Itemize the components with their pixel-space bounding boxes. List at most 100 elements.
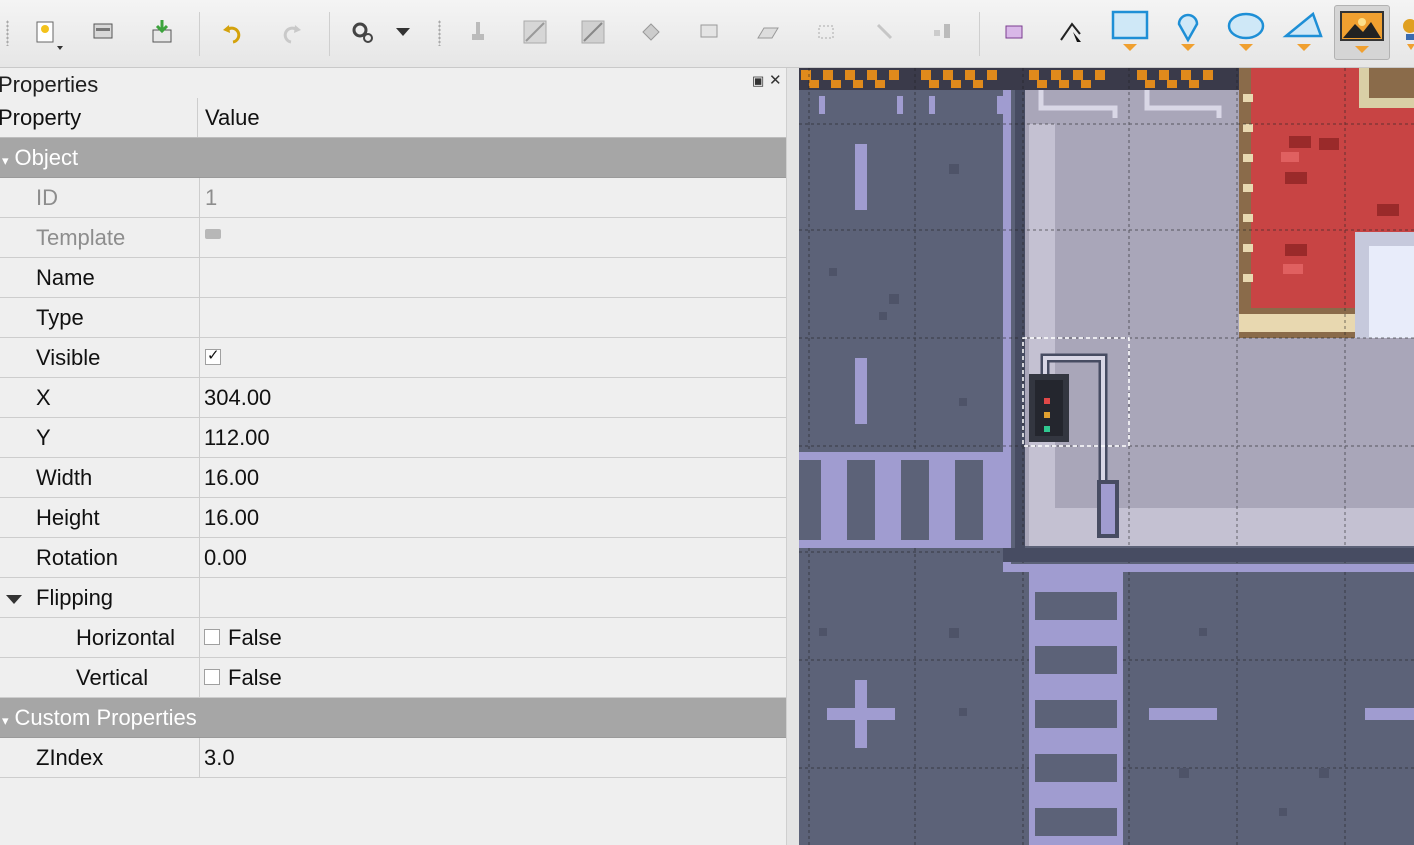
property-label: Flipping <box>36 585 114 610</box>
collapse-arrow-icon[interactable]: ▾ <box>2 153 9 168</box>
terrain-brush-button[interactable] <box>512 8 558 58</box>
rotation-value[interactable]: 0.00 <box>204 538 786 577</box>
property-label: Width <box>0 458 200 497</box>
property-label: Horizontal <box>0 618 200 657</box>
insert-tile-icon <box>1340 11 1384 53</box>
select-same-tile-button[interactable] <box>919 8 965 58</box>
vertical-checkbox[interactable] <box>204 669 220 686</box>
tile-map[interactable] <box>799 68 1414 845</box>
undo-icon <box>223 25 241 44</box>
type-value[interactable] <box>204 298 786 337</box>
property-row-x[interactable]: X 304.00 <box>0 378 786 418</box>
insert-rectangle-icon <box>1111 10 1149 51</box>
magic-wand-button[interactable] <box>861 8 907 58</box>
property-label: Template <box>0 218 200 257</box>
property-table: Property Value ▾ Object ID 1 Template Nam… <box>0 98 786 778</box>
rect-select-icon <box>818 25 834 39</box>
property-row-horizontal[interactable]: Horizontal False <box>0 618 786 658</box>
float-panel-button[interactable]: ▣ <box>752 74 764 88</box>
new-file-button[interactable] <box>24 8 70 58</box>
property-row-rotation[interactable]: Rotation 0.00 <box>0 538 786 578</box>
commands-button[interactable] <box>340 8 386 58</box>
insert-polygon-button[interactable] <box>1281 8 1327 58</box>
horizontal-checkbox[interactable] <box>204 629 220 646</box>
property-row-type[interactable]: Type <box>0 298 786 338</box>
save-file-button[interactable] <box>139 8 185 58</box>
edit-polygons-button[interactable] <box>1048 8 1094 58</box>
insert-ellipse-button[interactable] <box>1223 8 1269 58</box>
close-panel-button[interactable]: ✕ <box>769 72 782 89</box>
vertical-value-text: False <box>228 665 282 690</box>
property-row-name[interactable]: Name <box>0 258 786 298</box>
open-file-icon <box>93 23 113 39</box>
select-objects-button[interactable] <box>991 8 1037 58</box>
group-label: Object <box>14 145 79 170</box>
group-label: Custom Properties <box>14 705 197 730</box>
stamp-brush-icon <box>472 22 484 40</box>
height-value[interactable]: 16.00 <box>204 498 786 537</box>
terrain-brush-icon <box>523 20 547 44</box>
insert-polygon-icon <box>1282 11 1323 51</box>
insert-tile-button[interactable] <box>1334 5 1390 60</box>
new-file-icon <box>36 21 63 50</box>
property-row-flipping[interactable]: Flipping <box>0 578 786 618</box>
name-value[interactable] <box>204 258 786 297</box>
close-icon: ✕ <box>769 72 782 89</box>
open-file-button[interactable] <box>80 8 126 58</box>
eraser-icon <box>757 27 779 39</box>
property-row-height[interactable]: Height 16.00 <box>0 498 786 538</box>
property-row-visible[interactable]: Visible <box>0 338 786 378</box>
id-value: 1 <box>205 185 218 210</box>
commands-dropdown[interactable] <box>390 8 418 58</box>
property-label: Y <box>0 418 200 457</box>
bucket-fill-button[interactable] <box>628 8 674 58</box>
template-value <box>205 218 786 257</box>
eraser-button[interactable] <box>744 8 790 58</box>
panel-title: Properties <box>0 72 99 97</box>
property-column-header[interactable]: Property <box>0 98 198 137</box>
property-row-vertical[interactable]: Vertical False <box>0 658 786 698</box>
property-label: ID <box>0 178 200 217</box>
collapse-arrow-icon[interactable]: ▾ <box>2 713 9 728</box>
stamp-brush-button[interactable] <box>455 8 501 58</box>
template-icon <box>205 229 221 240</box>
property-label: Type <box>0 298 200 337</box>
visible-checkbox[interactable] <box>205 346 221 366</box>
property-row-id: ID 1 <box>0 178 786 218</box>
insert-point-button[interactable] <box>1165 8 1211 58</box>
magic-wand-icon <box>876 23 893 40</box>
property-label: Name <box>0 258 200 297</box>
bucket-fill-icon <box>642 23 660 41</box>
map-canvas[interactable] <box>799 68 1414 845</box>
visible-value <box>205 338 786 377</box>
wang-brush-button[interactable] <box>570 8 616 58</box>
y-value[interactable]: 112.00 <box>204 418 786 457</box>
expand-arrow-icon[interactable] <box>6 594 22 604</box>
toolbar-grip[interactable] <box>6 20 9 46</box>
property-row-y[interactable]: Y 112.00 <box>0 418 786 458</box>
insert-point-icon <box>1177 13 1199 51</box>
wang-brush-icon <box>581 20 605 44</box>
edit-polygons-icon <box>1060 22 1081 42</box>
panel-splitter[interactable] <box>786 68 800 845</box>
property-row-zindex[interactable]: ZIndex 3.0 <box>0 738 786 778</box>
undo-button[interactable] <box>210 8 256 58</box>
properties-panel: Properties ▣ ✕ Property Value ▾ Object ID… <box>0 68 786 845</box>
custom-properties-group-row[interactable]: ▾ Custom Properties <box>0 698 786 738</box>
property-row-template: Template <box>0 218 786 258</box>
redo-button[interactable] <box>268 8 314 58</box>
shape-fill-button[interactable] <box>686 8 732 58</box>
property-row-width[interactable]: Width 16.00 <box>0 458 786 498</box>
property-label: Visible <box>0 338 200 377</box>
object-group-row[interactable]: ▾ Object <box>0 138 786 178</box>
rect-select-button[interactable] <box>803 8 849 58</box>
insert-ellipse-icon <box>1227 12 1265 51</box>
insert-rectangle-button[interactable] <box>1107 8 1153 58</box>
select-objects-icon <box>1005 25 1023 39</box>
width-value[interactable]: 16.00 <box>204 458 786 497</box>
insert-template-button[interactable] <box>1398 8 1414 58</box>
redo-icon <box>283 25 301 44</box>
zindex-value[interactable]: 3.0 <box>204 738 786 777</box>
x-value[interactable]: 304.00 <box>204 378 786 417</box>
value-column-header[interactable]: Value <box>205 98 786 137</box>
